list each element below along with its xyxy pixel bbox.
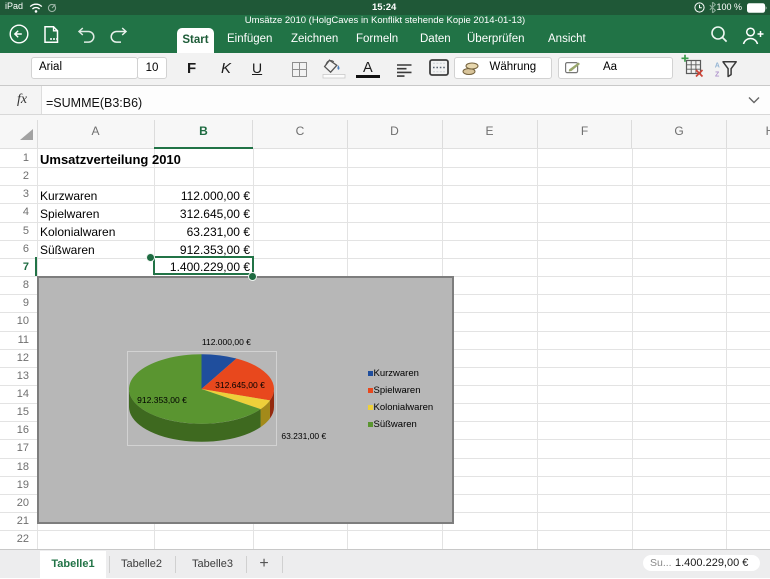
svg-text:A: A: [715, 62, 720, 69]
svg-text:Z: Z: [715, 71, 720, 78]
